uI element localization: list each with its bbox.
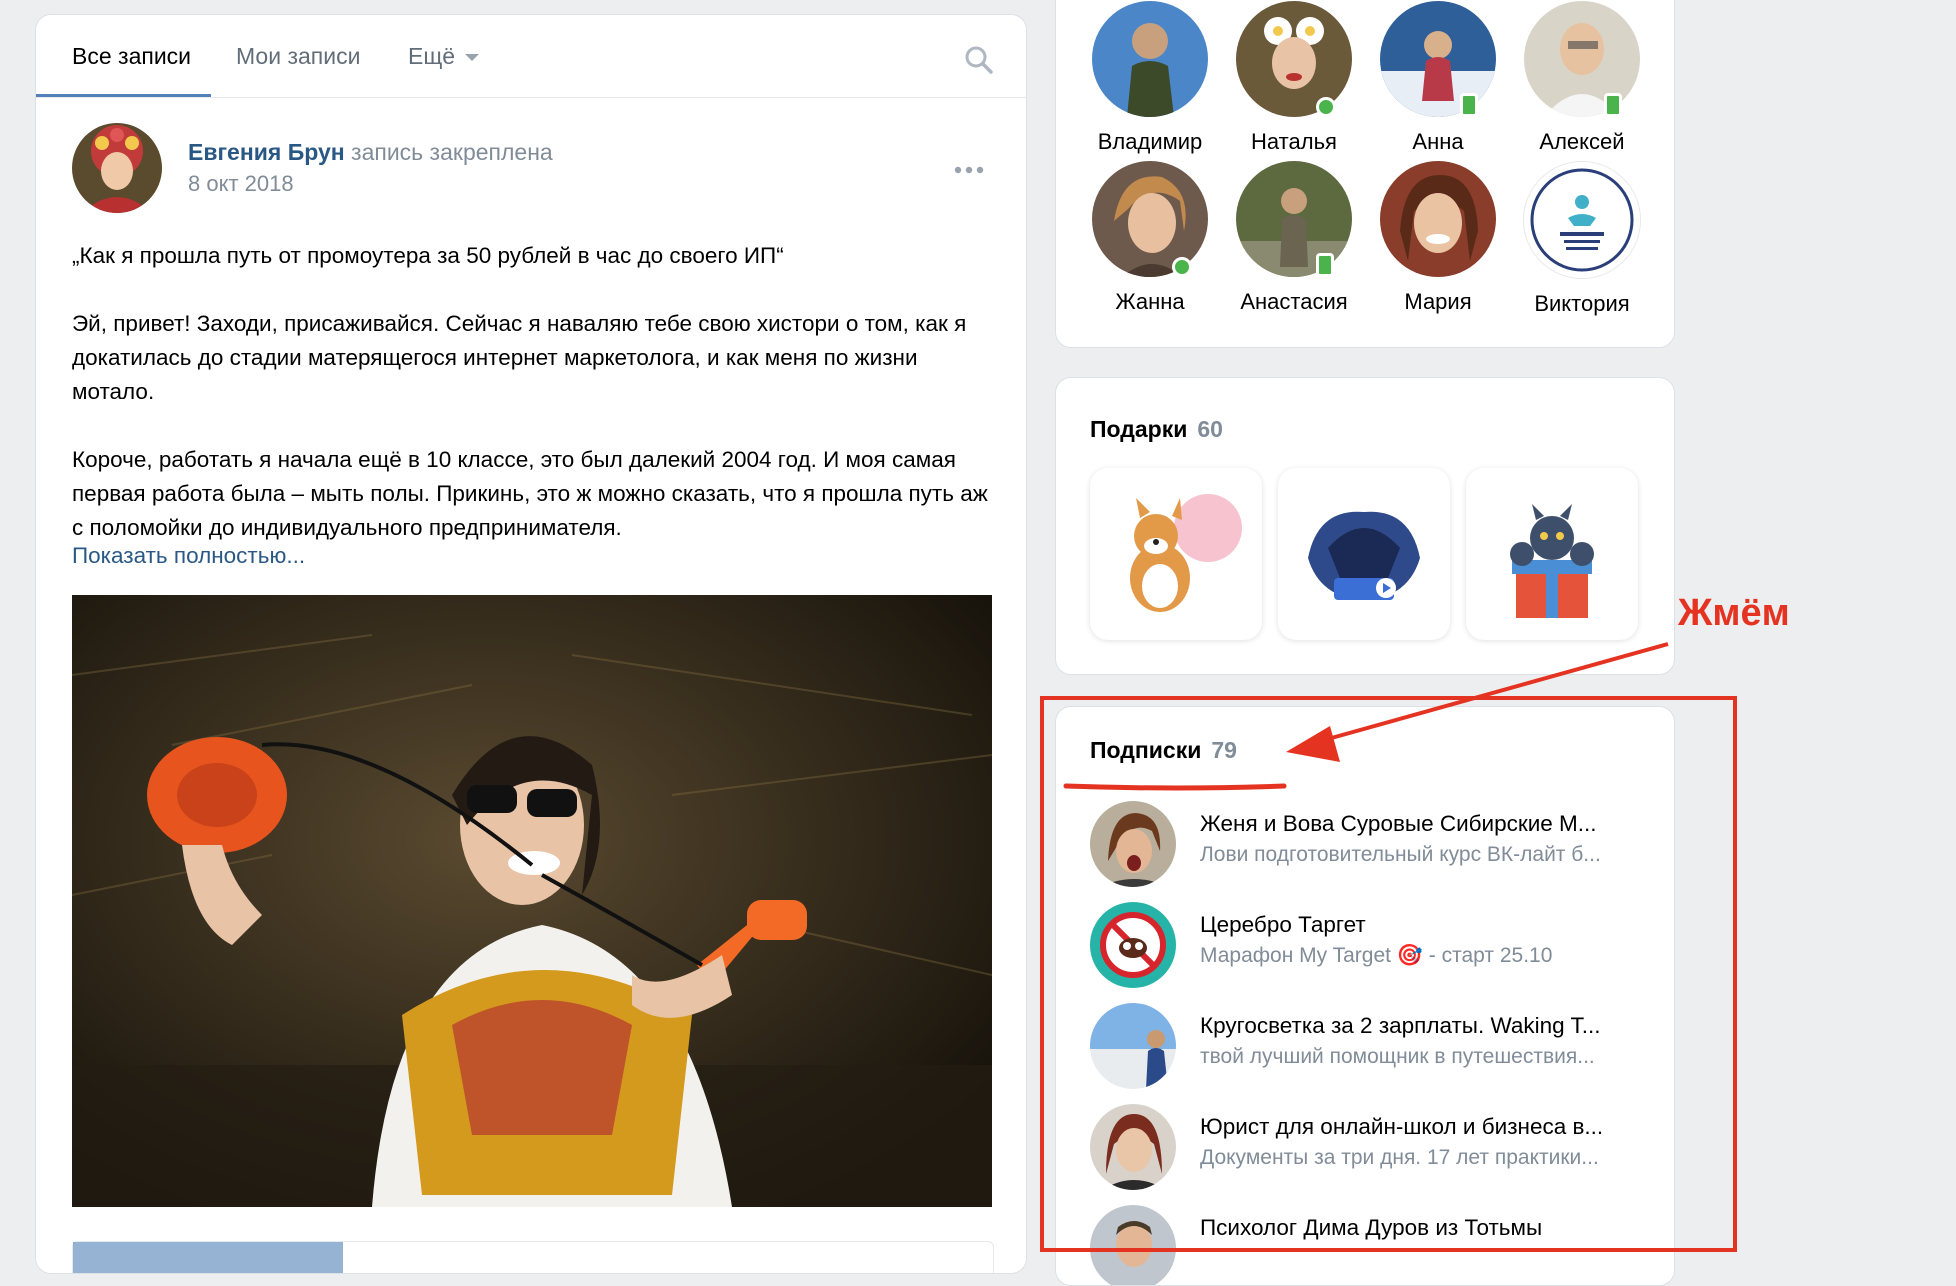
friend-name[interactable]: Алексей bbox=[1512, 129, 1652, 155]
annotation-highlight-box bbox=[1040, 696, 1737, 1252]
search-icon[interactable] bbox=[964, 45, 994, 75]
mobile-online-indicator bbox=[1460, 93, 1478, 117]
post-photo[interactable] bbox=[72, 595, 992, 1207]
gifts-header[interactable]: Подарки 60 bbox=[1090, 416, 1223, 443]
friend-avatar[interactable] bbox=[1524, 1, 1640, 117]
friend-name[interactable]: Анна bbox=[1368, 129, 1508, 155]
friend-avatar[interactable] bbox=[1236, 1, 1352, 117]
friend-item[interactable]: Наталья bbox=[1224, 1, 1364, 155]
active-tab-underline bbox=[36, 94, 211, 97]
online-indicator bbox=[1172, 257, 1192, 277]
post-action-highlight bbox=[73, 1242, 343, 1273]
friend-avatar[interactable] bbox=[1092, 161, 1208, 277]
friend-item[interactable]: Владимир bbox=[1080, 1, 1220, 155]
friend-name[interactable]: Анастасия bbox=[1224, 289, 1364, 315]
wall-card: Все записи Мои записи Ещё Евгения Брун з… bbox=[35, 14, 1027, 1274]
gift-item[interactable] bbox=[1090, 468, 1262, 640]
tab-more[interactable]: Ещё bbox=[408, 43, 480, 70]
mobile-online-indicator bbox=[1316, 253, 1334, 277]
gift-item[interactable] bbox=[1278, 468, 1450, 640]
gifts-card: Подарки 60 bbox=[1055, 377, 1675, 675]
tab-all-posts[interactable]: Все записи bbox=[72, 43, 191, 70]
chevron-down-icon bbox=[465, 54, 480, 62]
post-author-name[interactable]: Евгения Брун bbox=[188, 139, 345, 165]
post-paragraph: Короче, работать я начала ещё в 10 класс… bbox=[72, 447, 988, 540]
friend-item[interactable]: Виктория bbox=[1512, 161, 1652, 317]
friend-avatar[interactable] bbox=[1380, 161, 1496, 277]
friend-item[interactable]: Анастасия bbox=[1224, 161, 1364, 315]
post-paragraph: Эй, привет! Заходи, присаживайся. Сейчас… bbox=[72, 311, 967, 404]
friend-name[interactable]: Жанна bbox=[1080, 289, 1220, 315]
friend-name[interactable]: Виктория bbox=[1512, 291, 1652, 317]
friend-item[interactable]: Мария bbox=[1368, 161, 1508, 315]
post-text: „Как я прошла путь от промоутера за 50 р… bbox=[72, 239, 992, 545]
post-pinned-label: запись закреплена bbox=[351, 139, 553, 165]
more-options-icon[interactable] bbox=[954, 165, 984, 175]
friend-avatar[interactable] bbox=[1236, 161, 1352, 277]
friends-card: Владимир Наталья Анна Алексей Жанна Анас… bbox=[1055, 0, 1675, 348]
mobile-online-indicator bbox=[1604, 93, 1622, 117]
tab-my-posts[interactable]: Мои записи bbox=[236, 43, 360, 70]
post-date[interactable]: 8 окт 2018 bbox=[188, 171, 294, 197]
gift-item[interactable] bbox=[1466, 468, 1638, 640]
friend-avatar[interactable] bbox=[1380, 1, 1496, 117]
friend-avatar[interactable] bbox=[1092, 1, 1208, 117]
post-action-bar bbox=[72, 1241, 994, 1273]
annotation-label: Жмём bbox=[1678, 592, 1790, 634]
friend-avatar[interactable] bbox=[1523, 161, 1641, 279]
post-author-avatar[interactable] bbox=[72, 123, 162, 213]
gifts-count: 60 bbox=[1197, 416, 1223, 442]
post-author-line: Евгения Брун запись закреплена bbox=[188, 139, 553, 166]
online-indicator bbox=[1316, 97, 1336, 117]
post-paragraph: „Как я прошла путь от промоутера за 50 р… bbox=[72, 243, 784, 268]
friend-item[interactable]: Анна bbox=[1368, 1, 1508, 155]
friend-name[interactable]: Мария bbox=[1368, 289, 1508, 315]
show-more-link[interactable]: Показать полностью... bbox=[72, 543, 305, 569]
tab-more-label: Ещё bbox=[408, 43, 456, 69]
gifts-title: Подарки bbox=[1090, 416, 1188, 442]
friend-item[interactable]: Алексей bbox=[1512, 1, 1652, 155]
wall-tabs: Все записи Мои записи Ещё bbox=[36, 15, 1026, 98]
friend-item[interactable]: Жанна bbox=[1080, 161, 1220, 315]
friend-name[interactable]: Наталья bbox=[1224, 129, 1364, 155]
friend-name[interactable]: Владимир bbox=[1080, 129, 1220, 155]
